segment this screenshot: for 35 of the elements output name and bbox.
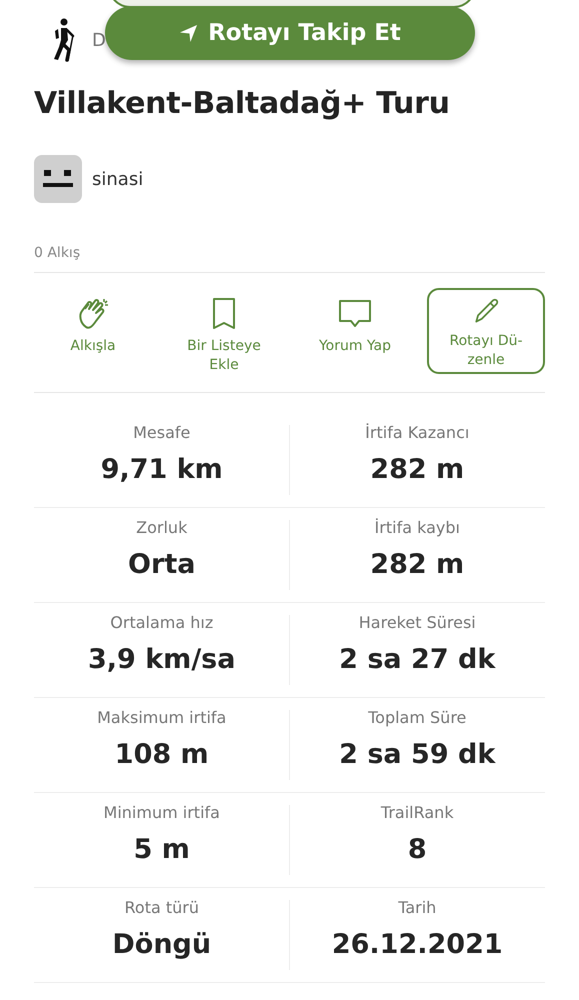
stat-value: 108 m	[114, 739, 209, 770]
stat-label: İrtifa Kazancı	[365, 423, 470, 442]
stat-label: İrtifa kaybı	[374, 518, 460, 537]
follow-route-button[interactable]: Rotayı Takip Et	[105, 6, 475, 60]
stat-label: Toplam Süre	[368, 708, 466, 727]
category-label: D	[92, 30, 106, 50]
action-button[interactable]: Bir Listeye Ekle	[165, 295, 283, 379]
stat-label: Zorluk	[136, 518, 188, 537]
stat-label: Mesafe	[133, 423, 190, 442]
action-button[interactable]: Alkışla	[34, 295, 152, 360]
stat-label: Hareket Süresi	[358, 613, 476, 632]
route-title: Villakent-Baltadağ+ Turu	[34, 86, 451, 121]
stat-value: Orta	[128, 549, 196, 580]
stat-label: Minimum irtifa	[104, 803, 220, 822]
action-button[interactable]: Yorum Yap	[296, 295, 414, 360]
stat-value: 5 m	[134, 834, 190, 865]
stat-value: Döngü	[112, 929, 212, 960]
stat-value: 26.12.2021	[332, 929, 503, 960]
stat-value: 282 m	[370, 454, 464, 485]
stat-value: 9,71 km	[100, 454, 223, 485]
navigation-arrow-icon	[179, 24, 198, 42]
stat-value: 2 sa 59 dk	[339, 739, 496, 770]
stat-value: 2 sa 27 dk	[339, 644, 496, 675]
stat-label: Maksimum irtifa	[97, 708, 226, 727]
stat-value: 8	[408, 834, 427, 865]
stat-value: 282 m	[370, 549, 464, 580]
author-name[interactable]: sinasi	[92, 168, 144, 190]
applause-count: 0 Alkış	[34, 245, 545, 273]
stat-value: 3,9 km/sa	[88, 644, 236, 675]
avatar-icon	[34, 155, 82, 203]
stat-label: Tarih	[398, 898, 436, 917]
edit-route-button[interactable]: Rotayı Dü-zenle	[427, 288, 545, 374]
stat-label: Rota türü	[124, 898, 199, 917]
stat-label: Ortalama hız	[110, 613, 214, 632]
stat-label: TrailRank	[380, 803, 454, 822]
